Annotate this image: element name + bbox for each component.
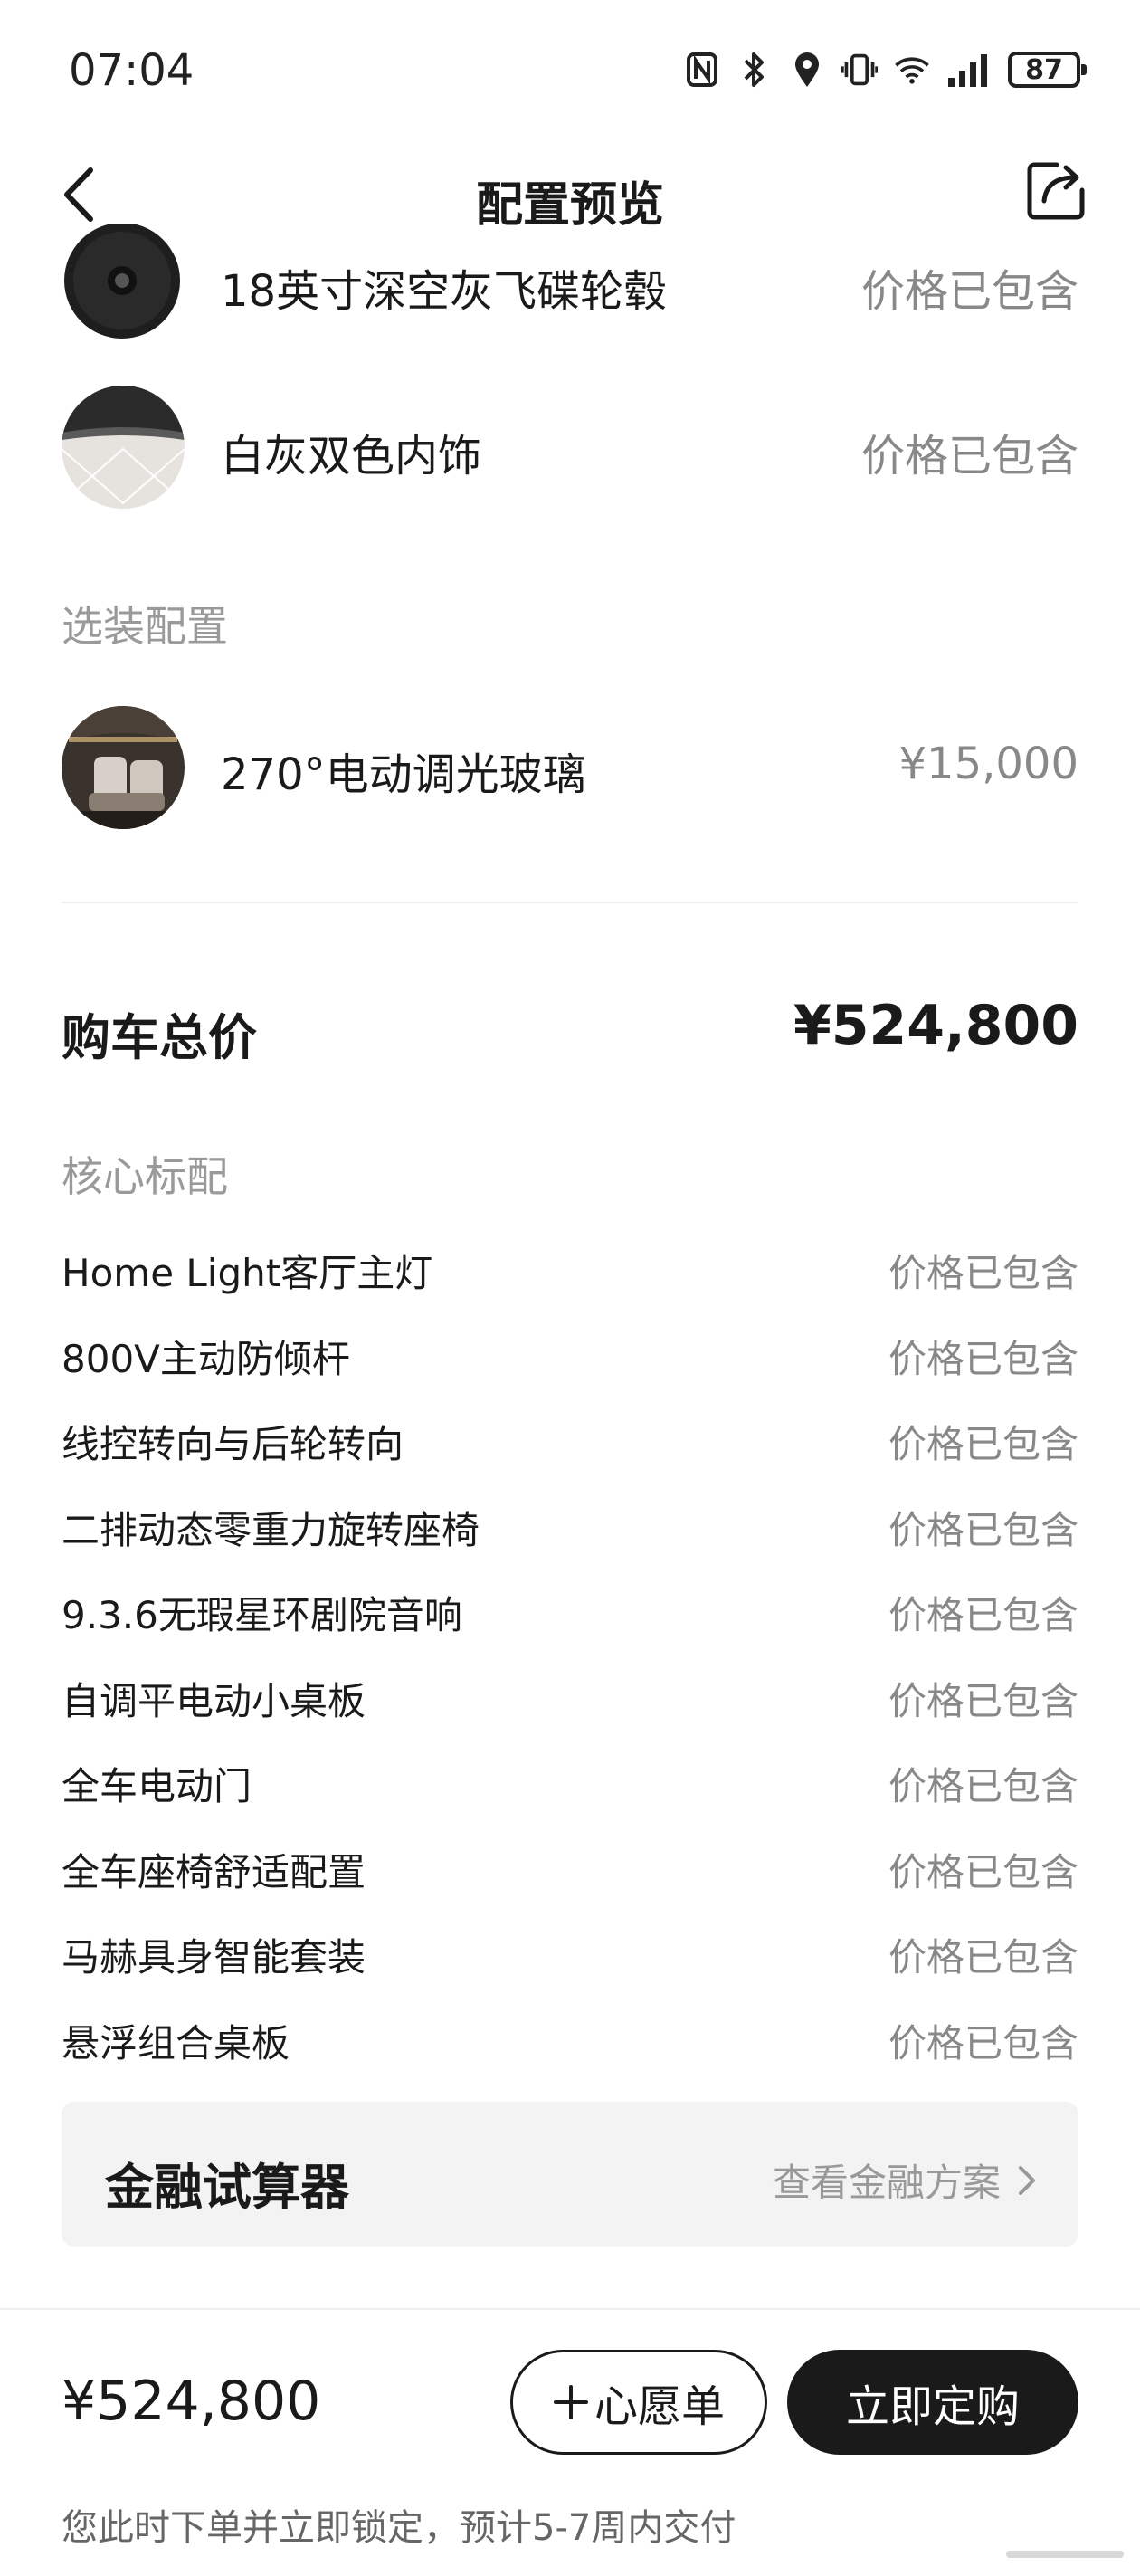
core-item-value: 价格已包含 — [888, 1593, 1078, 1637]
selected-item-name: 18英寸深空灰飞碟轮毂 — [221, 266, 668, 317]
selected-item-value: 价格已包含 — [860, 266, 1078, 317]
core-item-name: 800V主动防倾杆 — [62, 1336, 350, 1381]
core-item-value: 价格已包含 — [888, 1935, 1078, 1980]
finance-calculator-card[interactable]: 金融试算器 查看金融方案 — [62, 2102, 1078, 2247]
core-item-value: 价格已包含 — [888, 1336, 1078, 1381]
core-feature-list: Home Light客厅主灯 价格已包含 800V主动防倾杆 价格已包含 线控转… — [62, 1236, 1078, 2091]
total-price-value: ¥524,800 — [793, 994, 1078, 1057]
list-item: 全车座椅舒适配置 价格已包含 — [62, 1835, 1078, 1921]
core-item-name: Home Light客厅主灯 — [62, 1251, 433, 1295]
core-item-value: 价格已包含 — [888, 2020, 1078, 2066]
core-item-name: 9.3.6无瑕星环剧院音响 — [62, 1593, 462, 1637]
location-icon — [789, 50, 825, 90]
list-item: 9.3.6无瑕星环剧院音响 价格已包含 — [62, 1578, 1078, 1664]
home-indicator[interactable] — [1006, 2551, 1124, 2558]
wheel-thumbnail — [62, 224, 183, 342]
core-item-name: 马赫具身智能套装 — [62, 1935, 366, 1980]
list-item: 悬浮组合桌板 价格已包含 — [62, 2006, 1078, 2092]
wishlist-button[interactable]: 心愿单 — [510, 2350, 767, 2455]
optional-item-price: ¥15,000 — [898, 739, 1079, 789]
core-item-name: 悬浮组合桌板 — [62, 2020, 290, 2066]
list-item: 二排动态零重力旋转座椅 价格已包含 — [62, 1493, 1078, 1579]
finance-link-label: 查看金融方案 — [772, 2161, 1001, 2205]
wifi-icon — [894, 50, 930, 90]
selected-item-name: 白灰双色内饰 — [221, 431, 482, 482]
optional-item-name: 270°电动调光玻璃 — [221, 749, 586, 800]
core-item-value: 价格已包含 — [888, 1849, 1078, 1894]
core-item-value: 价格已包含 — [888, 1251, 1078, 1295]
core-item-value: 价格已包含 — [888, 1507, 1078, 1552]
core-item-name: 二排动态零重力旋转座椅 — [62, 1507, 480, 1552]
core-item-name: 自调平电动小桌板 — [62, 1678, 366, 1723]
core-section-label: 核心标配 — [62, 1152, 228, 1201]
order-now-button[interactable]: 立即定购 — [787, 2350, 1078, 2455]
bottom-action-bar: ¥524,800 心愿单 立即定购 您此时下单并立即锁定，预计5-7周内交付 — [0, 2308, 1140, 2576]
bottom-total-price: ¥524,800 — [62, 2370, 321, 2433]
core-item-name: 全车座椅舒适配置 — [62, 1849, 366, 1894]
list-item: 800V主动防倾杆 价格已包含 — [62, 1321, 1078, 1407]
wishlist-label: 心愿单 — [594, 2381, 725, 2432]
core-item-name: 全车电动门 — [62, 1764, 252, 1808]
battery-icon: 87 — [1008, 52, 1087, 88]
finance-title: 金融试算器 — [105, 2159, 349, 2216]
core-item-value: 价格已包含 — [888, 1422, 1078, 1466]
core-item-value: 价格已包含 — [888, 1764, 1078, 1808]
nfc-icon — [684, 50, 720, 90]
plus-icon — [553, 2385, 588, 2419]
status-bar: 07:04 87 — [0, 0, 1140, 136]
view-finance-plan-link[interactable]: 查看金融方案 — [773, 2152, 1037, 2208]
list-item: 自调平电动小桌板 价格已包含 — [62, 1664, 1078, 1750]
bluetooth-icon — [736, 50, 773, 90]
list-item: 全车电动门 价格已包含 — [62, 1749, 1078, 1835]
list-item: 马赫具身智能套装 价格已包含 — [62, 1920, 1078, 2006]
core-item-name: 线控转向与后轮转向 — [62, 1422, 404, 1466]
divider — [62, 902, 1078, 903]
chevron-right-icon — [1019, 2165, 1035, 2195]
total-price-label: 购车总价 — [62, 1009, 257, 1066]
share-icon — [1027, 162, 1085, 220]
optional-section-label: 选装配置 — [62, 602, 228, 651]
list-item: Home Light客厅主灯 价格已包含 — [62, 1236, 1078, 1321]
glass-roof-thumbnail — [62, 706, 185, 829]
interior-thumbnail — [62, 386, 185, 509]
list-item: 线控转向与后轮转向 价格已包含 — [62, 1407, 1078, 1493]
signal-icon — [946, 50, 992, 90]
core-item-value: 价格已包含 — [888, 1678, 1078, 1723]
selected-item-value: 价格已包含 — [860, 431, 1078, 482]
status-icons: 87 — [684, 47, 1087, 92]
status-time: 07:04 — [69, 45, 195, 96]
share-button[interactable] — [1024, 159, 1088, 223]
delivery-note: 您此时下单并立即锁定，预计5-7周内交付 — [62, 2507, 736, 2549]
vibrate-icon — [841, 50, 878, 90]
